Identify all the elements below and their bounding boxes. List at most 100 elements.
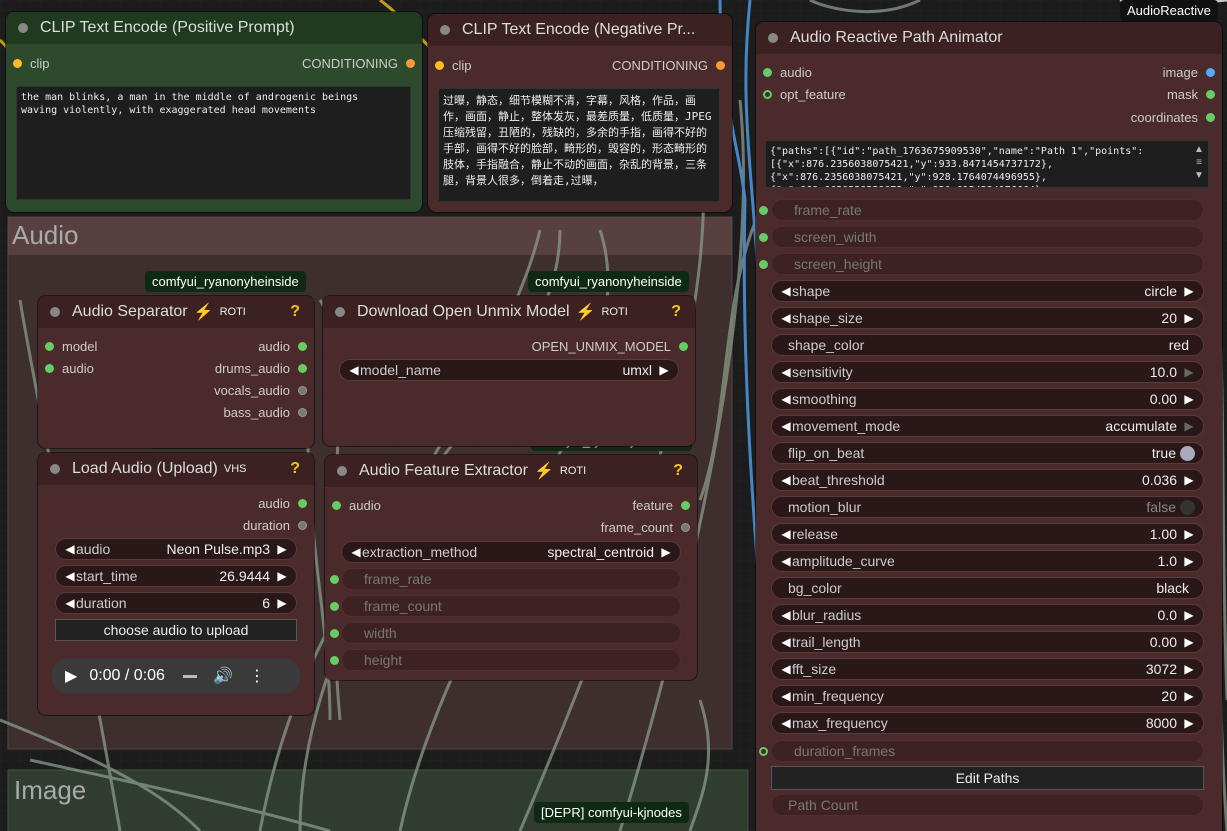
paths-json-textarea[interactable]: {"paths":[{"id":"path_1763675909530","na… — [765, 140, 1209, 188]
movement-mode-combo[interactable]: ◀ movement_mode accumulate ▶ — [771, 415, 1204, 437]
output-dot-icon[interactable] — [1206, 113, 1215, 122]
blur-radius-number[interactable]: ◀ blur_radius 0.0 ▶ — [771, 604, 1204, 626]
motion-blur-toggle[interactable]: motion_blur false — [771, 496, 1204, 518]
node-header[interactable]: CLIP Text Encode (Negative Pr... — [428, 14, 732, 46]
duration-output-slot[interactable]: duration — [243, 518, 307, 533]
image-output-slot[interactable]: image — [1163, 65, 1215, 80]
release-number[interactable]: ◀ release 1.00 ▶ — [771, 523, 1204, 545]
help-button[interactable]: ? — [673, 462, 683, 480]
screen-height-converted-input[interactable]: screen_height — [759, 253, 1204, 275]
more-options-icon[interactable]: ⋮ — [249, 666, 265, 686]
arrow-left-icon[interactable]: ◀ — [780, 716, 792, 730]
output-dot-icon[interactable] — [679, 342, 688, 351]
shape-size-number[interactable]: ◀ shape_size 20 ▶ — [771, 307, 1204, 329]
arrow-left-icon[interactable]: ◀ — [64, 596, 76, 610]
duration-number[interactable]: ◀ duration 6 ▶ — [55, 592, 297, 614]
node-header[interactable]: Load Audio (Upload) VHS? — [38, 453, 314, 485]
collapse-dot-icon[interactable] — [50, 464, 60, 474]
mask-output-slot[interactable]: mask — [1167, 87, 1215, 102]
output-dot-icon[interactable] — [681, 523, 690, 532]
vocals-audio-output-slot[interactable]: vocals_audio — [214, 383, 307, 398]
toggle-on-icon[interactable] — [1180, 445, 1195, 461]
node-header[interactable]: CLIP Text Encode (Positive Prompt) — [6, 12, 422, 44]
input-dot-icon[interactable] — [763, 90, 772, 99]
smoothing-number[interactable]: ◀ smoothing 0.00 ▶ — [771, 388, 1204, 410]
arrow-right-icon[interactable]: ▶ — [276, 569, 288, 583]
arrow-left-icon[interactable]: ◀ — [780, 311, 792, 325]
fft-size-number[interactable]: ◀ fft_size 3072 ▶ — [771, 658, 1204, 680]
edit-paths-button[interactable]: Edit Paths — [771, 766, 1204, 790]
arrow-right-icon[interactable]: ▶ — [660, 545, 672, 559]
collapse-dot-icon[interactable] — [440, 25, 450, 35]
frame-count-output-slot[interactable]: frame_count — [601, 520, 690, 535]
arrow-right-icon[interactable]: ▶ — [1183, 635, 1195, 649]
arrow-left-icon[interactable]: ◀ — [780, 527, 792, 541]
duration-frames-converted-input[interactable]: duration_frames — [759, 740, 1204, 762]
collapse-dot-icon[interactable] — [768, 33, 778, 43]
input-dot-icon[interactable] — [435, 61, 444, 70]
arrow-left-icon[interactable]: ◀ — [350, 545, 362, 559]
min-frequency-number[interactable]: ◀ min_frequency 20 ▶ — [771, 685, 1204, 707]
open-unmix-model-output-slot[interactable]: OPEN_UNMIX_MODEL — [532, 339, 688, 354]
input-dot-icon[interactable] — [332, 501, 341, 510]
arrow-right-icon[interactable]: ▶ — [1183, 284, 1195, 298]
arrow-left-icon[interactable]: ◀ — [780, 608, 792, 622]
screen-width-converted-input[interactable]: screen_width — [759, 226, 1204, 248]
output-dot-icon[interactable] — [298, 408, 307, 417]
arrow-right-icon[interactable]: ▶ — [1183, 527, 1195, 541]
load-audio-upload-node[interactable]: Load Audio (Upload) VHS? audio duration ◀… — [38, 453, 314, 715]
beat-threshold-number[interactable]: ◀ beat_threshold 0.036 ▶ — [771, 469, 1204, 491]
arrow-left-icon[interactable]: ◀ — [64, 569, 76, 583]
output-dot-icon[interactable] — [716, 61, 725, 70]
coordinates-output-slot[interactable]: coordinates — [1131, 110, 1215, 125]
input-dot-icon[interactable] — [330, 574, 339, 584]
arrow-left-icon[interactable]: ◀ — [780, 554, 792, 568]
output-dot-icon[interactable] — [1206, 68, 1215, 77]
arrow-left-icon[interactable]: ◀ — [780, 365, 792, 379]
node-header[interactable]: Download Open Unmix Model ⚡ ROTI? — [323, 296, 695, 328]
clip-input-slot[interactable]: clip — [13, 56, 50, 71]
arrow-left-icon[interactable]: ◀ — [780, 392, 792, 406]
arrow-left-icon[interactable]: ◀ — [780, 284, 792, 298]
download-open-unmix-model-node[interactable]: Download Open Unmix Model ⚡ ROTI? OPEN_UNM… — [323, 296, 695, 446]
arrow-left-icon[interactable]: ◀ — [780, 419, 792, 433]
audio-input-slot[interactable]: audio — [332, 498, 381, 513]
arrow-right-icon[interactable]: ▶ — [1183, 608, 1195, 622]
collapse-dot-icon[interactable] — [335, 307, 345, 317]
start-time-number[interactable]: ◀ start_time 26.9444 ▶ — [55, 565, 297, 587]
audio-file-combo[interactable]: ◀ audio Neon Pulse.mp3 ▶ — [55, 538, 297, 560]
width-converted-input[interactable]: width — [330, 622, 681, 644]
audio-input-slot[interactable]: audio — [763, 65, 812, 80]
frame-rate-converted-input[interactable]: frame_rate — [330, 568, 681, 590]
input-dot-icon[interactable] — [330, 601, 339, 611]
arrow-right-icon[interactable]: ▶ — [1183, 365, 1195, 379]
extraction-method-combo[interactable]: ◀ extraction_method spectral_centroid ▶ — [341, 541, 681, 563]
arrow-right-icon[interactable]: ▶ — [1183, 392, 1195, 406]
clip-input-slot[interactable]: clip — [435, 58, 472, 73]
input-dot-icon[interactable] — [45, 342, 54, 351]
collapse-dot-icon[interactable] — [337, 466, 347, 476]
clip-text-encode-negative-node[interactable]: CLIP Text Encode (Negative Pr... clip CO… — [428, 14, 732, 212]
arrow-left-icon[interactable]: ◀ — [780, 662, 792, 676]
frame-count-converted-input[interactable]: frame_count — [330, 595, 681, 617]
arrow-right-icon[interactable]: ▶ — [1183, 554, 1195, 568]
output-dot-icon[interactable] — [298, 364, 307, 373]
arrow-left-icon[interactable]: ◀ — [780, 473, 792, 487]
progress-slider[interactable] — [182, 674, 197, 678]
shape-combo[interactable]: ◀ shape circle ▶ — [771, 280, 1204, 302]
bg-color-text[interactable]: bg_color black — [771, 577, 1204, 599]
sensitivity-number[interactable]: ◀ sensitivity 10.0 ▶ — [771, 361, 1204, 383]
output-dot-icon[interactable] — [298, 521, 307, 530]
volume-icon[interactable]: 🔊 — [213, 666, 233, 686]
model-name-combo[interactable]: ◀ model_name umxl ▶ — [339, 359, 679, 381]
help-button[interactable]: ? — [671, 303, 681, 321]
node-header[interactable]: Audio Separator ⚡ ROTI? — [38, 296, 314, 328]
toggle-off-icon[interactable] — [1180, 499, 1195, 515]
input-dot-icon[interactable] — [759, 259, 768, 269]
input-dot-icon[interactable] — [13, 59, 22, 68]
play-icon[interactable]: ▶ — [65, 666, 77, 686]
input-dot-icon[interactable] — [763, 68, 772, 77]
model-input-slot[interactable]: model — [45, 339, 97, 354]
output-dot-icon[interactable] — [406, 59, 415, 68]
collapse-dot-icon[interactable] — [18, 23, 28, 33]
